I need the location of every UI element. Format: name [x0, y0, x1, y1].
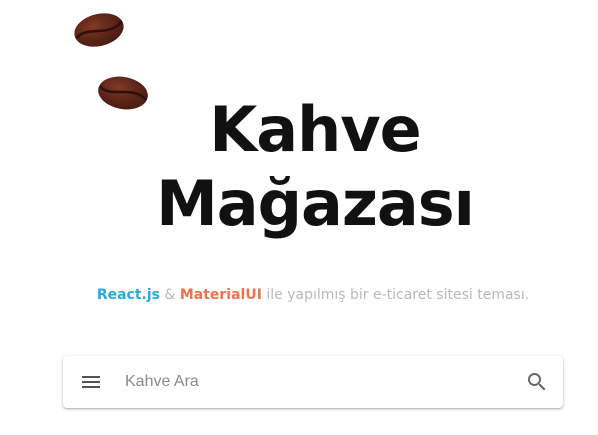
search-input[interactable] — [123, 366, 525, 398]
page-title-line-2: Mağazası — [156, 167, 475, 240]
materialui-label: MaterialUI — [179, 287, 262, 303]
menu-icon[interactable] — [79, 370, 103, 394]
search-icon[interactable] — [525, 370, 549, 394]
search-bar — [63, 356, 563, 408]
page-title-line-1: Kahve — [209, 93, 422, 166]
subtitle: React.js & MaterialUI ile yapılmış bir e… — [0, 287, 598, 303]
coffee-bean-icon — [72, 11, 126, 53]
ampersand: & — [164, 287, 176, 303]
page: Kahve Mağazası React.js & MaterialUI ile… — [0, 0, 598, 435]
subtitle-text: ile yapılmış bir e-ticaret sitesi teması… — [266, 287, 530, 303]
react-label: React.js — [96, 287, 160, 303]
